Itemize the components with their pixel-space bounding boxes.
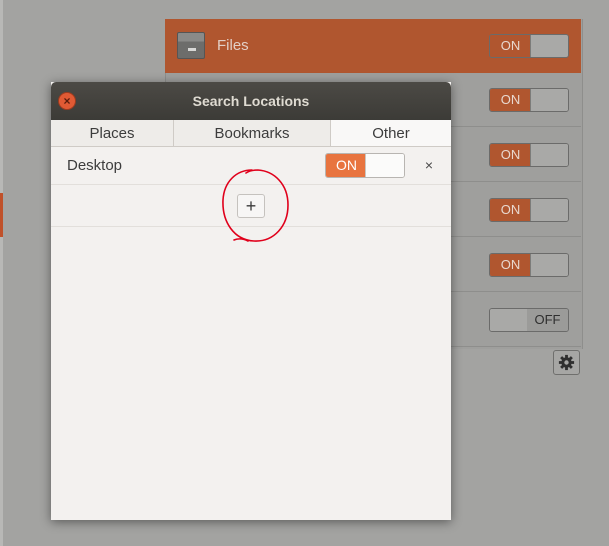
provider-switch[interactable]: ON	[489, 88, 569, 112]
provider-switch[interactable]: ON	[489, 253, 569, 277]
switch-label: ON	[490, 199, 531, 221]
location-row-desktop: Desktop ON ×	[51, 147, 451, 185]
location-switch[interactable]: ON	[325, 153, 405, 178]
switch-label: ON	[490, 254, 531, 276]
switch-knob	[530, 89, 568, 111]
switch-knob	[530, 199, 568, 221]
switch-label: OFF	[527, 309, 568, 331]
tab-places[interactable]: Places	[51, 120, 174, 146]
provider-switch[interactable]: ON	[489, 34, 569, 58]
dialog-titlebar: × Search Locations	[51, 82, 451, 120]
file-cabinet-icon	[177, 32, 205, 59]
add-location-button[interactable]: +	[237, 194, 265, 218]
switch-label: ON	[490, 89, 531, 111]
switch-label: ON	[326, 154, 367, 177]
search-provider-row-files[interactable]: Files ON	[165, 19, 581, 73]
add-location-row: +	[51, 185, 451, 227]
location-label: Desktop	[67, 157, 123, 174]
gear-icon	[558, 354, 575, 371]
tab-other[interactable]: Other	[331, 120, 451, 146]
provider-switch[interactable]: OFF	[489, 308, 569, 332]
switch-knob	[530, 254, 568, 276]
switch-knob	[530, 144, 568, 166]
switch-label: ON	[490, 35, 531, 57]
search-locations-dialog: × Search Locations Places Bookmarks Othe…	[51, 82, 451, 520]
switch-knob	[365, 154, 404, 177]
dialog-title: Search Locations	[192, 93, 310, 109]
window-edge	[0, 0, 3, 546]
switch-knob	[530, 35, 568, 57]
provider-label: Files	[217, 37, 249, 54]
search-settings-gear-button[interactable]	[553, 350, 580, 375]
provider-switch[interactable]: ON	[489, 143, 569, 167]
location-tabs: Places Bookmarks Other	[51, 120, 451, 147]
switch-knob	[490, 309, 528, 331]
window-edge-accent	[0, 193, 3, 237]
remove-location-button[interactable]: ×	[421, 156, 437, 174]
provider-switch[interactable]: ON	[489, 198, 569, 222]
tab-bookmarks[interactable]: Bookmarks	[174, 120, 331, 146]
switch-label: ON	[490, 144, 531, 166]
